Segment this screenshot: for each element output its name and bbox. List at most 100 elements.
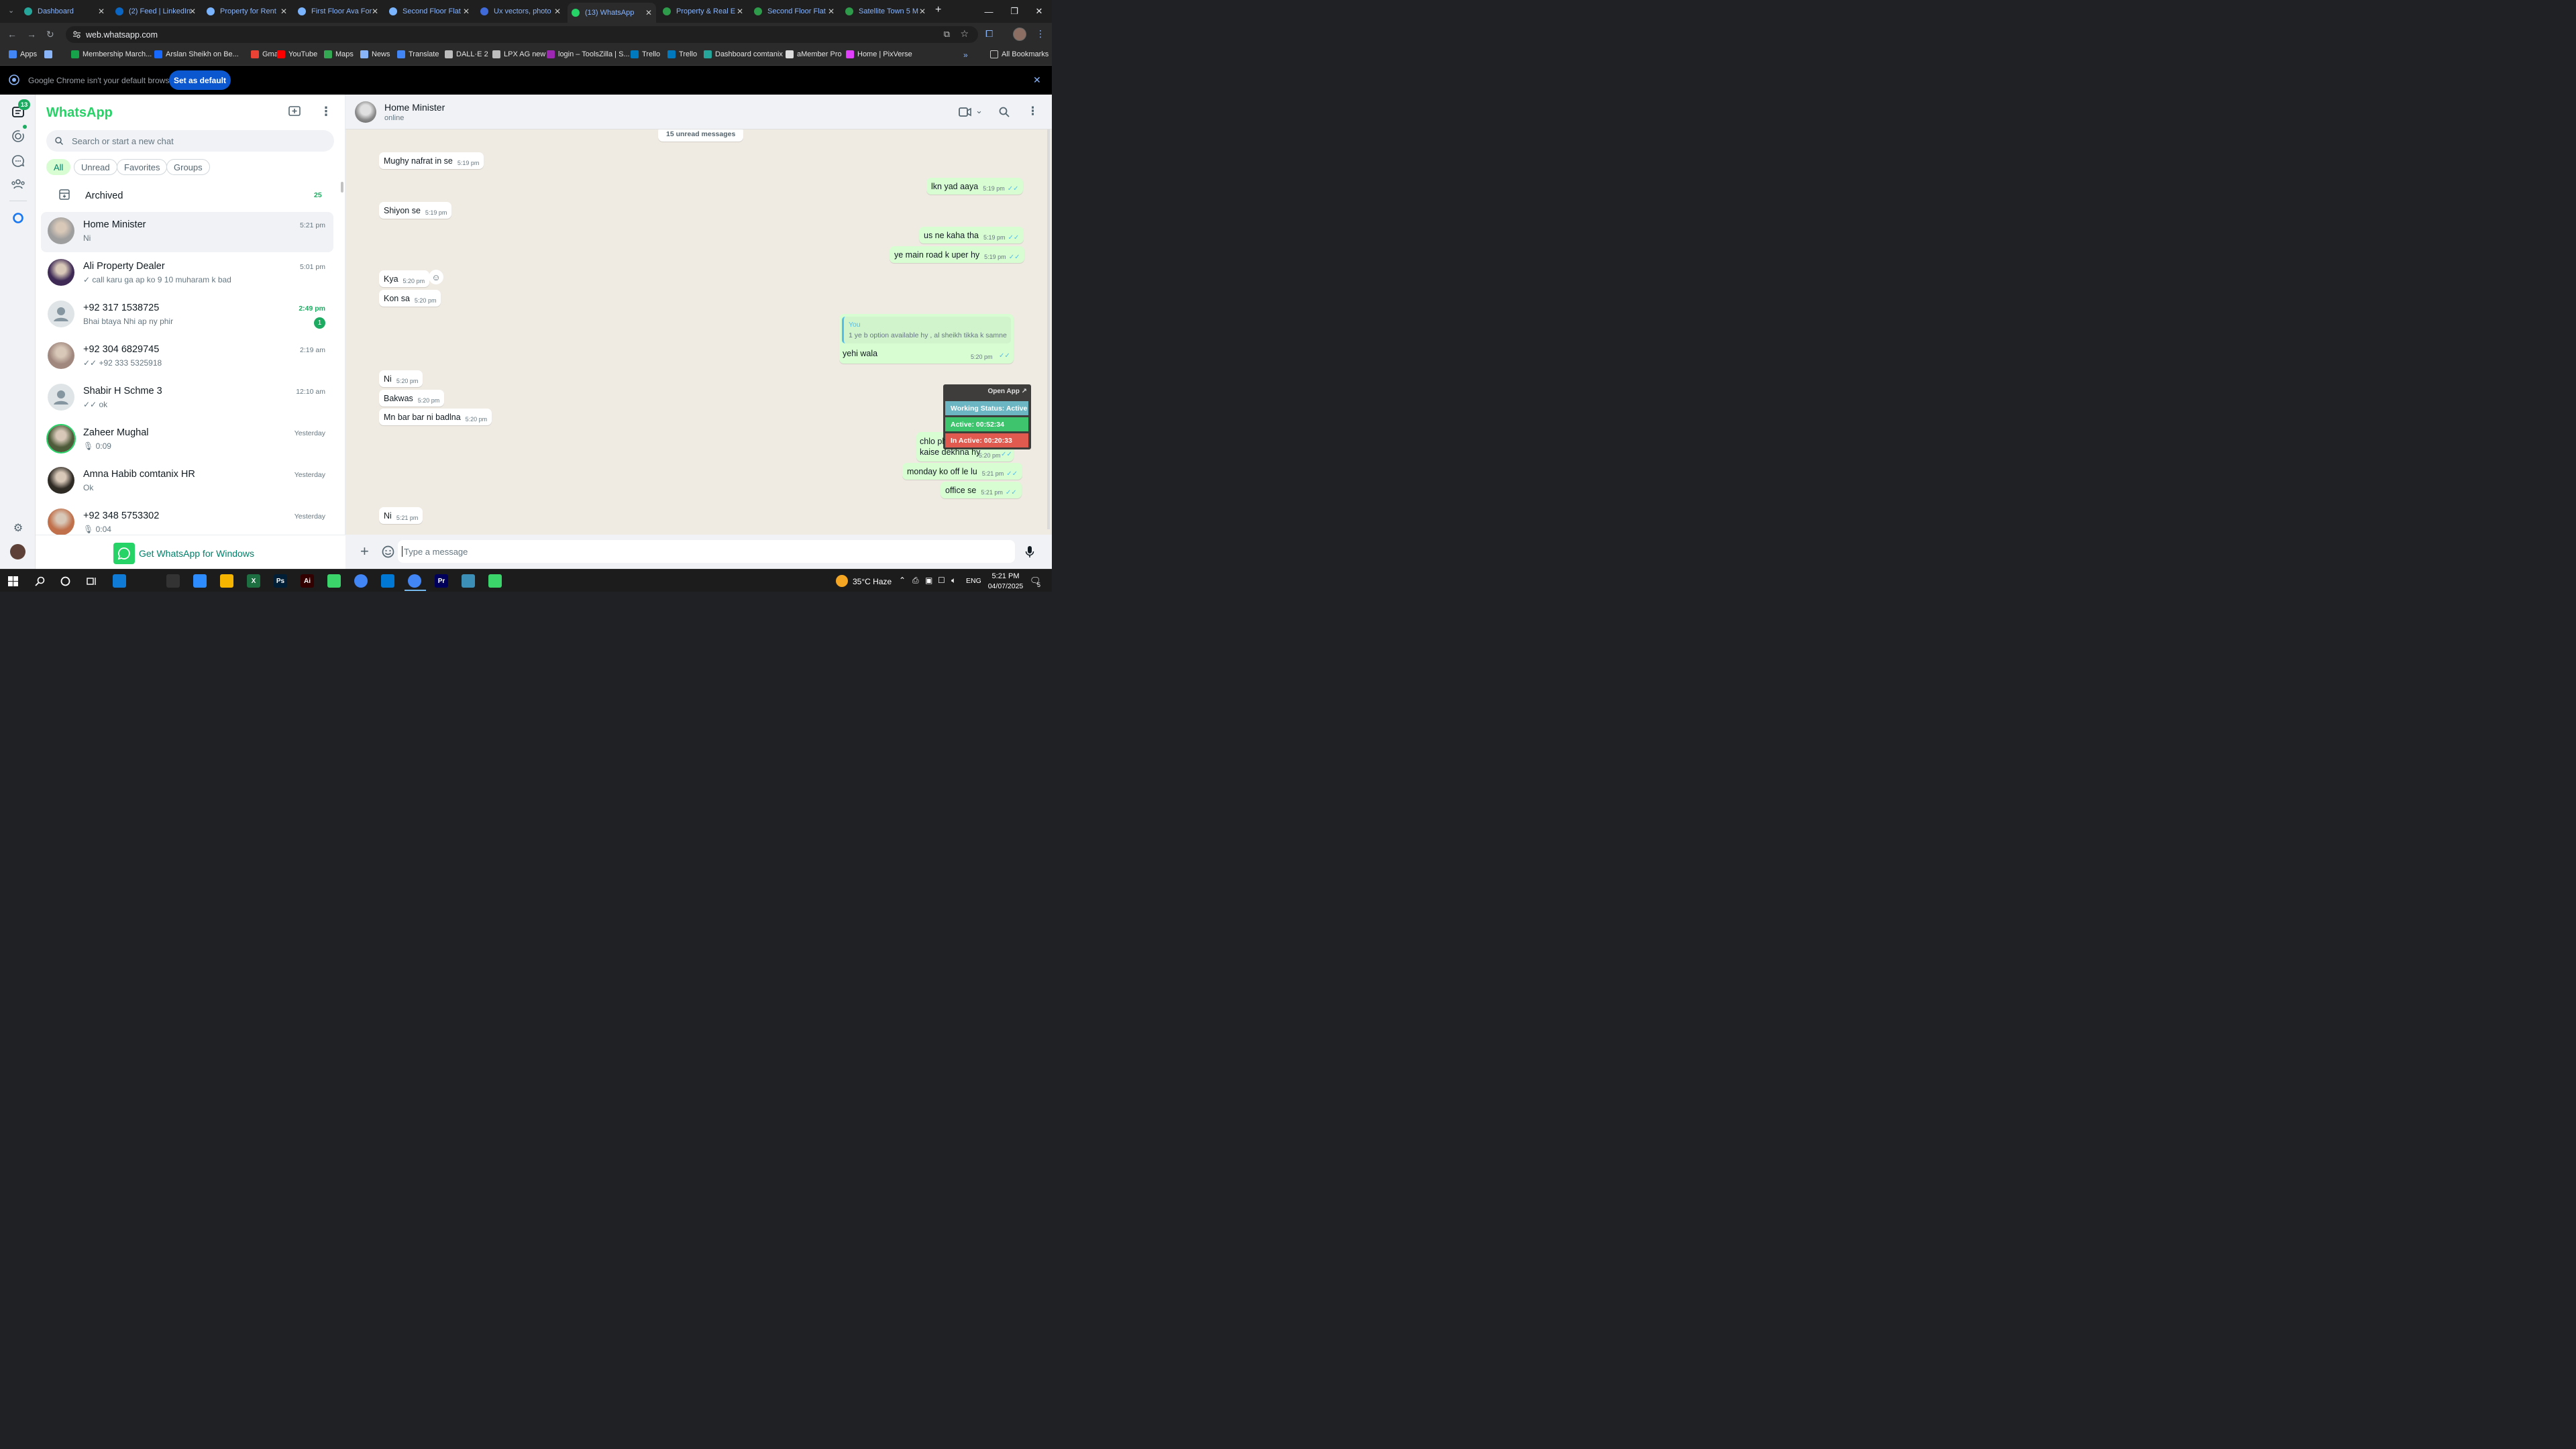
bookmark-4[interactable]: Arslan Sheikh on Be... <box>154 50 239 58</box>
bookmark-17[interactable]: Home | PixVerse <box>846 50 912 58</box>
settings-gear-icon[interactable]: ⚙ <box>11 521 25 535</box>
message-bubble-out[interactable]: monday ko off le lu 5:21 pm ✓✓ <box>902 463 1022 480</box>
menu-kebab-icon[interactable]: ⋮ <box>320 105 332 119</box>
status-nav-icon[interactable] <box>11 129 25 144</box>
tab-3[interactable]: Property for Rent ✕ <box>203 4 291 19</box>
tab-2[interactable]: (2) Feed | LinkedIn ✕ <box>111 4 200 19</box>
excel-icon[interactable]: X <box>247 574 260 588</box>
tray-screen-icon[interactable]: ▣ <box>925 576 932 585</box>
cortana-icon[interactable] <box>60 576 70 586</box>
tray-chevron-icon[interactable]: ⌃ <box>899 576 906 585</box>
message-bubble-in[interactable]: Shiyon se 5:19 pm <box>379 202 452 219</box>
message-bubble-in[interactable]: Ni 5:21 pm <box>379 507 423 524</box>
get-windows-banner[interactable]: Get WhatsApp for Windows <box>36 535 345 569</box>
windows-start-icon[interactable] <box>8 576 18 586</box>
sticker-emoji-icon[interactable] <box>382 545 394 558</box>
weather-icon[interactable] <box>836 575 848 587</box>
tab-close-icon[interactable]: ✕ <box>372 7 378 16</box>
taskbar-search-icon[interactable] <box>35 576 45 586</box>
chat-row[interactable]: +92 304 6829745 ✓✓ +92 333 5325918 2:19 am <box>41 337 333 377</box>
filter-all[interactable]: All <box>46 159 71 175</box>
message-bubble-in[interactable]: Ni 5:20 pm <box>379 370 423 387</box>
extensions-icon[interactable]: ⧠ <box>985 28 993 40</box>
tab-close-icon[interactable]: ✕ <box>280 7 287 16</box>
chat-row[interactable]: Zaheer Mughal 🎙 0:09 Yesterday <box>41 420 333 460</box>
message-bubble-in[interactable]: Kon sa 5:20 pm <box>379 290 441 307</box>
chrome-active-icon[interactable] <box>408 574 421 588</box>
weather-text[interactable]: 35°C Haze <box>853 577 892 586</box>
chrome-menu-icon[interactable]: ⋮ <box>1036 28 1045 40</box>
call-dropdown-chevron-icon[interactable]: ⌄ <box>975 105 983 116</box>
bookmark-3[interactable]: Membership March... <box>71 50 152 58</box>
tab-1[interactable]: Dashboard ✕ <box>20 4 109 19</box>
language-indicator[interactable]: ENG <box>966 577 981 585</box>
network-icon[interactable]: ☐ <box>938 576 945 585</box>
tab-7[interactable]: (13) WhatsApp ✕ <box>568 3 656 23</box>
message-input[interactable]: Type a message <box>398 540 1015 563</box>
bookmark-12[interactable]: login – ToolsZilla | S... <box>547 50 630 58</box>
tab-close-icon[interactable]: ✕ <box>554 7 561 16</box>
message-bubble-out[interactable]: ye main road k uper hy 5:19 pm ✓✓ <box>890 246 1025 263</box>
channels-nav-icon[interactable] <box>11 154 25 168</box>
message-bubble-in[interactable]: Mn bar bar ni badlna 5:20 pm <box>379 409 492 425</box>
chat-header[interactable]: Home Minister online ⌄ ⋮ <box>345 95 1052 129</box>
tab-close-icon[interactable]: ✕ <box>919 7 926 16</box>
chat-list-scrollbar[interactable] <box>341 182 343 193</box>
filter-unread[interactable]: Unread <box>74 159 117 175</box>
bookmark-6[interactable]: YouTube <box>277 50 317 58</box>
message-bubble-in[interactable]: Mughy nafrat in se 5:19 pm <box>379 152 484 169</box>
message-bubble-in[interactable]: Bakwas 5:20 pm <box>379 390 445 407</box>
tab-close-icon[interactable]: ✕ <box>189 7 196 16</box>
chat-row[interactable]: +92 317 1538725 Bhai btaya Nhi ap ny phir… <box>41 295 333 335</box>
file-explorer-icon[interactable] <box>220 574 233 588</box>
tab-9[interactable]: Second Floor Flat ✕ <box>750 4 839 19</box>
chrome-icon[interactable] <box>354 574 368 588</box>
search-input[interactable]: Search or start a new chat <box>46 130 334 152</box>
profile-avatar[interactable] <box>1013 28 1026 41</box>
bookmark-16[interactable]: aMember Pro <box>786 50 842 58</box>
video-call-icon[interactable] <box>959 107 972 117</box>
filter-favorites[interactable]: Favorites <box>117 159 168 175</box>
meta-ai-icon[interactable] <box>11 211 25 225</box>
tab-close-icon[interactable]: ✕ <box>645 8 652 17</box>
more-bookmarks-icon[interactable]: » <box>963 50 968 60</box>
brush-icon[interactable] <box>140 574 153 588</box>
new-chat-icon[interactable] <box>288 105 302 119</box>
message-bubble-out[interactable]: office se 5:21 pm ✓✓ <box>941 482 1022 498</box>
tab-4[interactable]: First Floor Ava For ✕ <box>294 4 382 19</box>
clock-time[interactable]: 5:21 PM <box>989 572 1022 580</box>
bookmark-2[interactable] <box>44 50 56 58</box>
chat-row[interactable]: Shabir H Schme 3 ✓✓ ok 12:10 am <box>41 378 333 419</box>
open-app-link[interactable]: Open App ↗ <box>987 388 1027 395</box>
message-bubble-in[interactable]: Kya 5:20 pm <box>379 270 430 287</box>
bookmark-14[interactable]: Trello <box>667 50 697 58</box>
profile-photo[interactable] <box>10 544 25 559</box>
tab-search-chevron-icon[interactable]: ⌄ <box>8 6 14 15</box>
bookmark-13[interactable]: Trello <box>631 50 660 58</box>
quoted-reply-bubble[interactable]: You 1 ye b option available hy , al shei… <box>839 314 1014 364</box>
bookmark-15[interactable]: Dashboard comtanix <box>704 50 783 58</box>
chat-row[interactable]: Ali Property Dealer ✓ call karu ga ap ko … <box>41 254 333 294</box>
bookmark-7[interactable]: Maps <box>324 50 354 58</box>
bookmark-star-icon[interactable]: ☆ <box>960 28 969 40</box>
chat-row[interactable]: Amna Habib comtanix HR Ok Yesterday <box>41 462 333 502</box>
bookmark-8[interactable]: News <box>360 50 390 58</box>
tab-close-icon[interactable]: ✕ <box>98 7 105 16</box>
message-bubble-out[interactable]: lkn yad aaya 5:19 pm ✓✓ <box>926 178 1024 195</box>
time-tracker-widget[interactable]: Open App ↗ Working Status: Active Active… <box>943 384 1031 449</box>
install-app-icon[interactable]: ⧉ <box>944 29 950 40</box>
tray-app-icon[interactable]: ⎙ <box>912 576 919 586</box>
site-info-icon[interactable] <box>72 30 81 39</box>
close-window-button[interactable]: ✕ <box>1026 0 1052 23</box>
contact-avatar[interactable] <box>355 101 376 123</box>
green-app-2-icon[interactable] <box>488 574 502 588</box>
zoom-icon[interactable] <box>193 574 207 588</box>
edge-icon[interactable] <box>113 574 126 588</box>
tab-6[interactable]: Ux vectors, photo ✕ <box>476 4 565 19</box>
photoshop-icon[interactable]: Ps <box>274 574 287 588</box>
new-tab-button[interactable]: + <box>935 4 941 16</box>
bookmark-1[interactable]: Apps <box>9 50 37 58</box>
react-emoji-icon[interactable]: ☺ <box>429 270 443 284</box>
tab-8[interactable]: Property & Real E ✕ <box>659 4 747 19</box>
quoted-message[interactable]: You 1 ye b option available hy , al shei… <box>842 317 1011 343</box>
